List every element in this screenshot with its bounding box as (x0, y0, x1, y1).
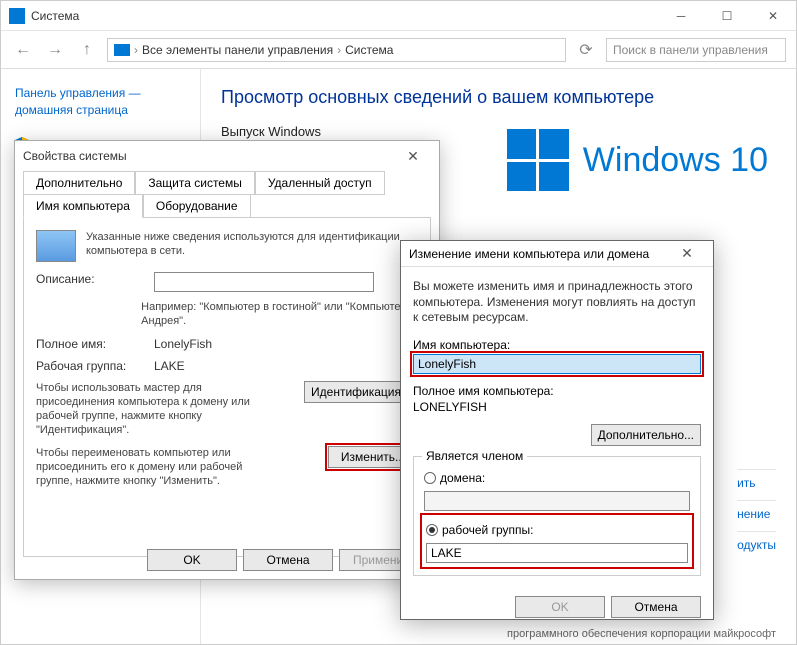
ok-button[interactable]: OK (515, 596, 605, 618)
intro-text: Вы можете изменить имя и принадлежность … (413, 279, 701, 326)
minimize-button[interactable]: ─ (658, 1, 704, 31)
domain-label: домена: (440, 471, 485, 485)
computer-name-input[interactable] (413, 354, 701, 374)
system-icon (9, 8, 25, 24)
link-fragment[interactable]: одукты (737, 531, 776, 552)
link-fragment[interactable]: нение (737, 500, 776, 521)
cancel-button[interactable]: Отмена (243, 549, 333, 571)
workgroup-input[interactable] (426, 543, 688, 563)
workgroup-radio-label: рабочей группы: (442, 523, 533, 537)
radio-icon (424, 472, 436, 484)
more-button[interactable]: Дополнительно... (591, 424, 701, 446)
footer-note: программного обеспечения корпорации майк… (507, 628, 776, 640)
computer-icon (36, 230, 76, 262)
full-name-label: Полное имя компьютера: (413, 384, 701, 398)
description-input[interactable] (154, 272, 374, 292)
workgroup-label: Рабочая группа: (36, 359, 146, 373)
control-panel-home-link[interactable]: Панель управления — домашняя страница (15, 85, 186, 119)
search-input[interactable]: Поиск в панели управления (606, 38, 786, 62)
control-panel-icon (114, 44, 130, 56)
dialog-title-bar: Изменение имени компьютера или домена ✕ (401, 241, 713, 267)
description-label: Описание: (36, 272, 146, 286)
close-button[interactable]: ✕ (750, 1, 796, 31)
full-name-label: Полное имя: (36, 337, 146, 351)
wizard-text: Чтобы использовать мастер для присоедине… (36, 381, 266, 438)
refresh-button[interactable]: ⟳ (574, 38, 598, 62)
windows10-brand: Windows 10 (507, 129, 768, 191)
member-legend: Является членом (422, 449, 527, 463)
full-name-value: LONELYFISH (413, 400, 701, 414)
title-bar: Система ─ ☐ ✕ (1, 1, 796, 31)
description-hint: Например: "Компьютер в гостиной" или "Ко… (141, 300, 418, 329)
cancel-button[interactable]: Отмена (611, 596, 701, 618)
window-title: Система (31, 9, 658, 23)
ok-button[interactable]: OK (147, 549, 237, 571)
dialog-title: Свойства системы (23, 149, 127, 163)
tab-protection[interactable]: Защита системы (135, 171, 254, 195)
domain-radio-row[interactable]: домена: (424, 471, 690, 485)
breadcrumb-item[interactable]: Все элементы панели управления (142, 43, 333, 57)
tab-computer-name[interactable]: Имя компьютера (23, 194, 143, 218)
dialog-title: Изменение имени компьютера или домена (409, 247, 649, 261)
computer-name-label: Имя компьютера: (413, 338, 701, 352)
breadcrumb[interactable]: › Все элементы панели управления › Систе… (107, 38, 566, 62)
dialog-title-bar: Свойства системы ✕ (15, 141, 439, 171)
system-properties-dialog: Свойства системы ✕ Дополнительно Защита … (14, 140, 440, 580)
full-name-value: LonelyFish (154, 337, 418, 351)
rename-text: Чтобы переименовать компьютер или присое… (36, 446, 266, 489)
page-heading: Просмотр основных сведений о вашем компь… (221, 87, 776, 108)
workgroup-value: LAKE (154, 359, 418, 373)
radio-icon (426, 524, 438, 536)
change-name-domain-dialog: Изменение имени компьютера или домена ✕ … (400, 240, 714, 620)
close-icon[interactable]: ✕ (395, 148, 431, 165)
domain-input (424, 491, 690, 511)
intro-text: Указанные ниже сведения используются для… (86, 230, 418, 262)
up-button[interactable]: ↑ (75, 38, 99, 62)
forward-button[interactable]: → (43, 38, 67, 62)
tab-advanced[interactable]: Дополнительно (23, 171, 135, 195)
windows10-text: Windows 10 (583, 141, 768, 180)
breadcrumb-item[interactable]: Система (345, 43, 393, 57)
close-icon[interactable]: ✕ (669, 245, 705, 262)
tab-panel-computer-name: Указанные ниже сведения используются для… (23, 217, 431, 557)
back-button[interactable]: ← (11, 38, 35, 62)
toolbar: ← → ↑ › Все элементы панели управления ›… (1, 31, 796, 69)
member-of-group: Является членом домена: рабочей группы: (413, 456, 701, 576)
side-links: ить нение одукты (737, 469, 776, 562)
workgroup-radio-row[interactable]: рабочей группы: (426, 523, 688, 537)
maximize-button[interactable]: ☐ (704, 1, 750, 31)
tab-remote[interactable]: Удаленный доступ (255, 171, 385, 195)
tab-hardware[interactable]: Оборудование (143, 194, 251, 218)
link-fragment[interactable]: ить (737, 469, 776, 490)
windows-logo-icon (507, 129, 569, 191)
